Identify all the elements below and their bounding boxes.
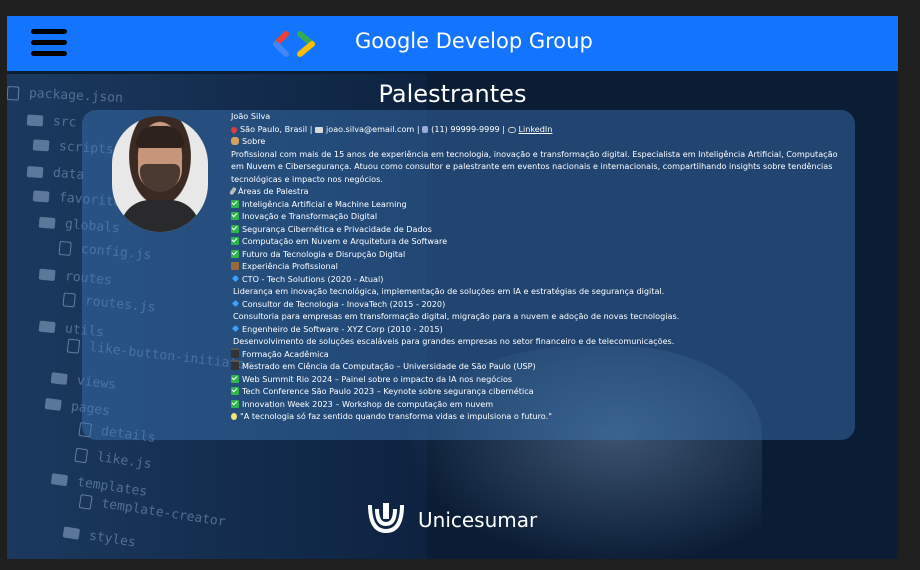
pin-icon — [229, 125, 239, 134]
phone-icon — [422, 125, 429, 133]
speaker-quote: "A tecnologia só faz sentido quando tran… — [240, 411, 552, 421]
area-item: Inovação e Transformação Digital — [231, 210, 841, 223]
speaker-card: João Silva São Paulo, Brasil | joao.silv… — [82, 110, 855, 440]
area-label: Segurança Cibernética e Privacidade de D… — [242, 223, 432, 234]
experience-heading-row: Experiência Profissional — [231, 260, 841, 273]
background-file-label: src — [26, 113, 77, 130]
area-label: Computação em Nuvem e Arquitetura de Sof… — [242, 236, 448, 246]
experience-desc: Desenvolvimento de soluções escaláveis p… — [233, 336, 675, 346]
experience-desc: Liderança em inovação tecnológica, imple… — [233, 286, 665, 296]
graduation-cap-icon — [231, 360, 239, 370]
event-item: Innovation Week 2023 – Workshop de compu… — [231, 398, 841, 411]
check-icon — [231, 399, 239, 408]
area-label: Inteligência Artificial e Machine Learni… — [242, 198, 407, 209]
check-icon — [231, 387, 239, 395]
speaker-details: João Silva São Paulo, Brasil | joao.silv… — [229, 110, 841, 423]
event-label: Innovation Week 2023 – Workshop de compu… — [242, 398, 494, 409]
about-heading: Sobre — [242, 136, 266, 146]
speaker-phone: (11) 99999-9999 — [431, 123, 500, 134]
check-icon — [231, 224, 239, 233]
about-text: Profissional com mais de 15 anos de expe… — [231, 148, 838, 184]
speaker-name: João Silva — [231, 111, 271, 121]
experience-role-label: CTO - Tech Solutions (2020 - Atual) — [242, 273, 384, 284]
area-label: Futuro da Tecnologia e Disrupção Digital — [242, 248, 406, 259]
diamond-icon — [231, 299, 240, 307]
contact-line: São Paulo, Brasil | joao.silva@email.com… — [229, 123, 841, 136]
event-label: Tech Conference São Paulo 2023 – Keynote… — [242, 386, 534, 396]
experience-heading: Experiência Profissional — [242, 261, 338, 271]
education-heading: Formação Acadêmica — [242, 348, 329, 359]
diamond-icon — [231, 324, 240, 332]
app-frame: package.json src scripts data favorites globa… — [7, 16, 898, 559]
about-heading-row: Sobre — [231, 135, 841, 148]
linkedin-link[interactable]: LinkedIn — [519, 124, 553, 134]
experience-desc: Consultoria para empresas em transformaç… — [233, 311, 680, 321]
page-title: Palestrantes — [378, 80, 527, 108]
check-icon — [231, 212, 239, 220]
check-icon — [231, 249, 239, 258]
diamond-icon — [231, 274, 240, 282]
experience-role: Engenheiro de Software - XYZ Corp (2010 … — [231, 323, 841, 336]
header-title: Google Develop Group — [355, 29, 593, 53]
event-item: Web Summit Rio 2024 – Painel sobre o imp… — [231, 373, 841, 386]
check-icon — [231, 199, 239, 208]
education-item: Mestrado em Ciência da Computação – Univ… — [231, 360, 841, 373]
experience-role-label: Engenheiro de Software - XYZ Corp (2010 … — [242, 323, 443, 334]
area-item: Computação em Nuvem e Arquitetura de Sof… — [231, 235, 841, 248]
experience-role: Consultor de Tecnologia - InovaTech (201… — [231, 298, 841, 311]
event-label: Web Summit Rio 2024 – Painel sobre o imp… — [242, 373, 513, 384]
quote-row: "A tecnologia só faz sentido quando tran… — [231, 410, 841, 423]
area-item: Futuro da Tecnologia e Disrupção Digital — [231, 248, 841, 261]
speaker-location: São Paulo, Brasil — [240, 123, 308, 134]
gdg-logo-icon — [273, 31, 315, 57]
check-icon — [231, 374, 239, 383]
speaker-email[interactable]: joao.silva@email.com — [326, 124, 414, 134]
education-label: Mestrado em Ciência da Computação – Univ… — [242, 361, 536, 371]
speaker-avatar — [112, 116, 208, 232]
areas-heading: Áreas de Palestra — [238, 186, 309, 196]
briefcase-icon — [231, 262, 239, 270]
person-icon — [231, 137, 239, 145]
hamburger-menu-icon[interactable] — [31, 29, 67, 57]
area-item: Segurança Cibernética e Privacidade de D… — [231, 223, 841, 236]
footer-brand-name: Unicesumar — [418, 508, 538, 532]
experience-role: CTO - Tech Solutions (2020 - Atual) — [231, 273, 841, 286]
link-icon — [507, 126, 516, 133]
email-icon — [315, 126, 324, 133]
education-heading-row: Formação Acadêmica — [231, 347, 841, 361]
graduation-cap-icon — [231, 347, 239, 358]
area-item: Inteligência Artificial e Machine Learni… — [231, 198, 841, 211]
experience-role-label: Consultor de Tecnologia - InovaTech (201… — [242, 298, 446, 309]
event-item: Tech Conference São Paulo 2023 – Keynote… — [231, 385, 841, 398]
check-icon — [231, 237, 239, 245]
microphone-icon — [229, 186, 237, 196]
lightbulb-icon — [231, 413, 237, 420]
unicesumar-logo-icon — [368, 503, 404, 534]
header-bar: Google Develop Group — [7, 16, 898, 71]
areas-heading-row: Áreas de Palestra — [229, 185, 841, 198]
area-label: Inovação e Transformação Digital — [242, 211, 378, 221]
